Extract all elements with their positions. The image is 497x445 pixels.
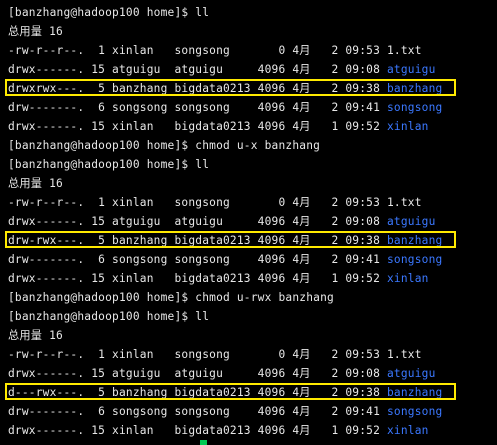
- directory-name: banzhang: [386, 386, 443, 399]
- directory-name: songsong: [386, 253, 443, 266]
- directory-name: xinlan: [386, 424, 429, 437]
- directory-name: xinlan: [386, 272, 429, 285]
- terminal-line: drwx------. 15 atguigu atguigu 4096 4月 2…: [0, 60, 497, 79]
- line-text: -rw-r--r--. 1 xinlan songsong 0 4月 2 09:…: [8, 348, 422, 361]
- line-text: drwx------. 15 atguigu atguigu 4096 4月 2…: [8, 215, 387, 228]
- line-text: drw-------. 6 songsong songsong 4096 4月 …: [8, 101, 387, 114]
- line-text: -rw-r--r--. 1 xinlan songsong 0 4月 2 09:…: [8, 196, 422, 209]
- terminal-cursor: [200, 440, 207, 445]
- terminal-line: drwx------. 15 atguigu atguigu 4096 4月 2…: [0, 212, 497, 231]
- terminal-line: drwx------. 15 xinlan bigdata0213 4096 4…: [0, 421, 497, 440]
- terminal-window[interactable]: [banzhang@hadoop100 home]$ ll 总用量 16 -rw…: [0, 0, 497, 445]
- terminal-line: [banzhang@hadoop100 home]$ ll: [0, 307, 497, 326]
- directory-name: atguigu: [386, 367, 436, 380]
- line-text: drw-rwx---. 5 banzhang bigdata0213 4096 …: [8, 234, 387, 247]
- terminal-line: drwx------. 15 atguigu atguigu 4096 4月 2…: [0, 364, 497, 383]
- terminal-line: drwx------. 15 xinlan bigdata0213 4096 4…: [0, 117, 497, 136]
- line-text: drwx------. 15 xinlan bigdata0213 4096 4…: [8, 424, 387, 437]
- directory-name: xinlan: [386, 120, 429, 133]
- line-text: [banzhang@hadoop100 home]$ ll: [8, 310, 210, 323]
- line-text: -rw-r--r--. 1 xinlan songsong 0 4月 2 09:…: [8, 44, 422, 57]
- line-text: drwx------. 15 atguigu atguigu 4096 4月 2…: [8, 367, 387, 380]
- directory-name: songsong: [386, 101, 443, 114]
- line-text: [banzhang@hadoop100 home]$ chmod u-rwx b…: [8, 291, 334, 304]
- terminal-line: drwx------. 15 xinlan bigdata0213 4096 4…: [0, 269, 497, 288]
- terminal-line: -rw-r--r--. 1 xinlan songsong 0 4月 2 09:…: [0, 345, 497, 364]
- line-text: drwxrwx---. 5 banzhang bigdata0213 4096 …: [8, 82, 387, 95]
- terminal-line: [banzhang@hadoop100 home]$ ll: [0, 3, 497, 22]
- line-text: 总用量 16: [8, 329, 63, 342]
- line-text: [banzhang@hadoop100 home]$ ll: [8, 6, 210, 19]
- directory-name: banzhang: [386, 82, 443, 95]
- terminal-line: 总用量 16: [0, 326, 497, 345]
- line-text: [banzhang@hadoop100 home]$ chmod u-x ban…: [8, 139, 321, 152]
- line-text: 总用量 16: [8, 177, 63, 190]
- terminal-line: drw-------. 6 songsong songsong 4096 4月 …: [0, 402, 497, 421]
- terminal-line: [banzhang@hadoop100 home]$ chmod u-rwx b…: [0, 288, 497, 307]
- directory-name: banzhang: [386, 234, 443, 247]
- terminal-line: -rw-r--r--. 1 xinlan songsong 0 4月 2 09:…: [0, 193, 497, 212]
- line-text: drw-------. 6 songsong songsong 4096 4月 …: [8, 253, 387, 266]
- directory-name: atguigu: [386, 63, 436, 76]
- terminal-line: 总用量 16: [0, 22, 497, 41]
- terminal-line: [banzhang@hadoop100 home]$ ll: [0, 155, 497, 174]
- line-text: drwx------. 15 atguigu atguigu 4096 4月 2…: [8, 63, 387, 76]
- line-text: [banzhang@hadoop100 home]$ ll: [8, 158, 210, 171]
- line-text: d---rwx---. 5 banzhang bigdata0213 4096 …: [8, 386, 387, 399]
- terminal-line: drw-rwx---. 5 banzhang bigdata0213 4096 …: [0, 231, 497, 250]
- terminal-line: drw-------. 6 songsong songsong 4096 4月 …: [0, 250, 497, 269]
- terminal-line: drwxrwx---. 5 banzhang bigdata0213 4096 …: [0, 79, 497, 98]
- line-text: drw-------. 6 songsong songsong 4096 4月 …: [8, 405, 387, 418]
- directory-name: songsong: [386, 405, 443, 418]
- line-text: 总用量 16: [8, 25, 63, 38]
- line-text: drwx------. 15 xinlan bigdata0213 4096 4…: [8, 120, 387, 133]
- line-text: drwx------. 15 xinlan bigdata0213 4096 4…: [8, 272, 387, 285]
- terminal-line: d---rwx---. 5 banzhang bigdata0213 4096 …: [0, 383, 497, 402]
- directory-name: atguigu: [386, 215, 436, 228]
- terminal-line: [banzhang@hadoop100 home]$ chmod u-x ban…: [0, 136, 497, 155]
- terminal-line: drw-------. 6 songsong songsong 4096 4月 …: [0, 98, 497, 117]
- terminal-line: 总用量 16: [0, 174, 497, 193]
- terminal-line: -rw-r--r--. 1 xinlan songsong 0 4月 2 09:…: [0, 41, 497, 60]
